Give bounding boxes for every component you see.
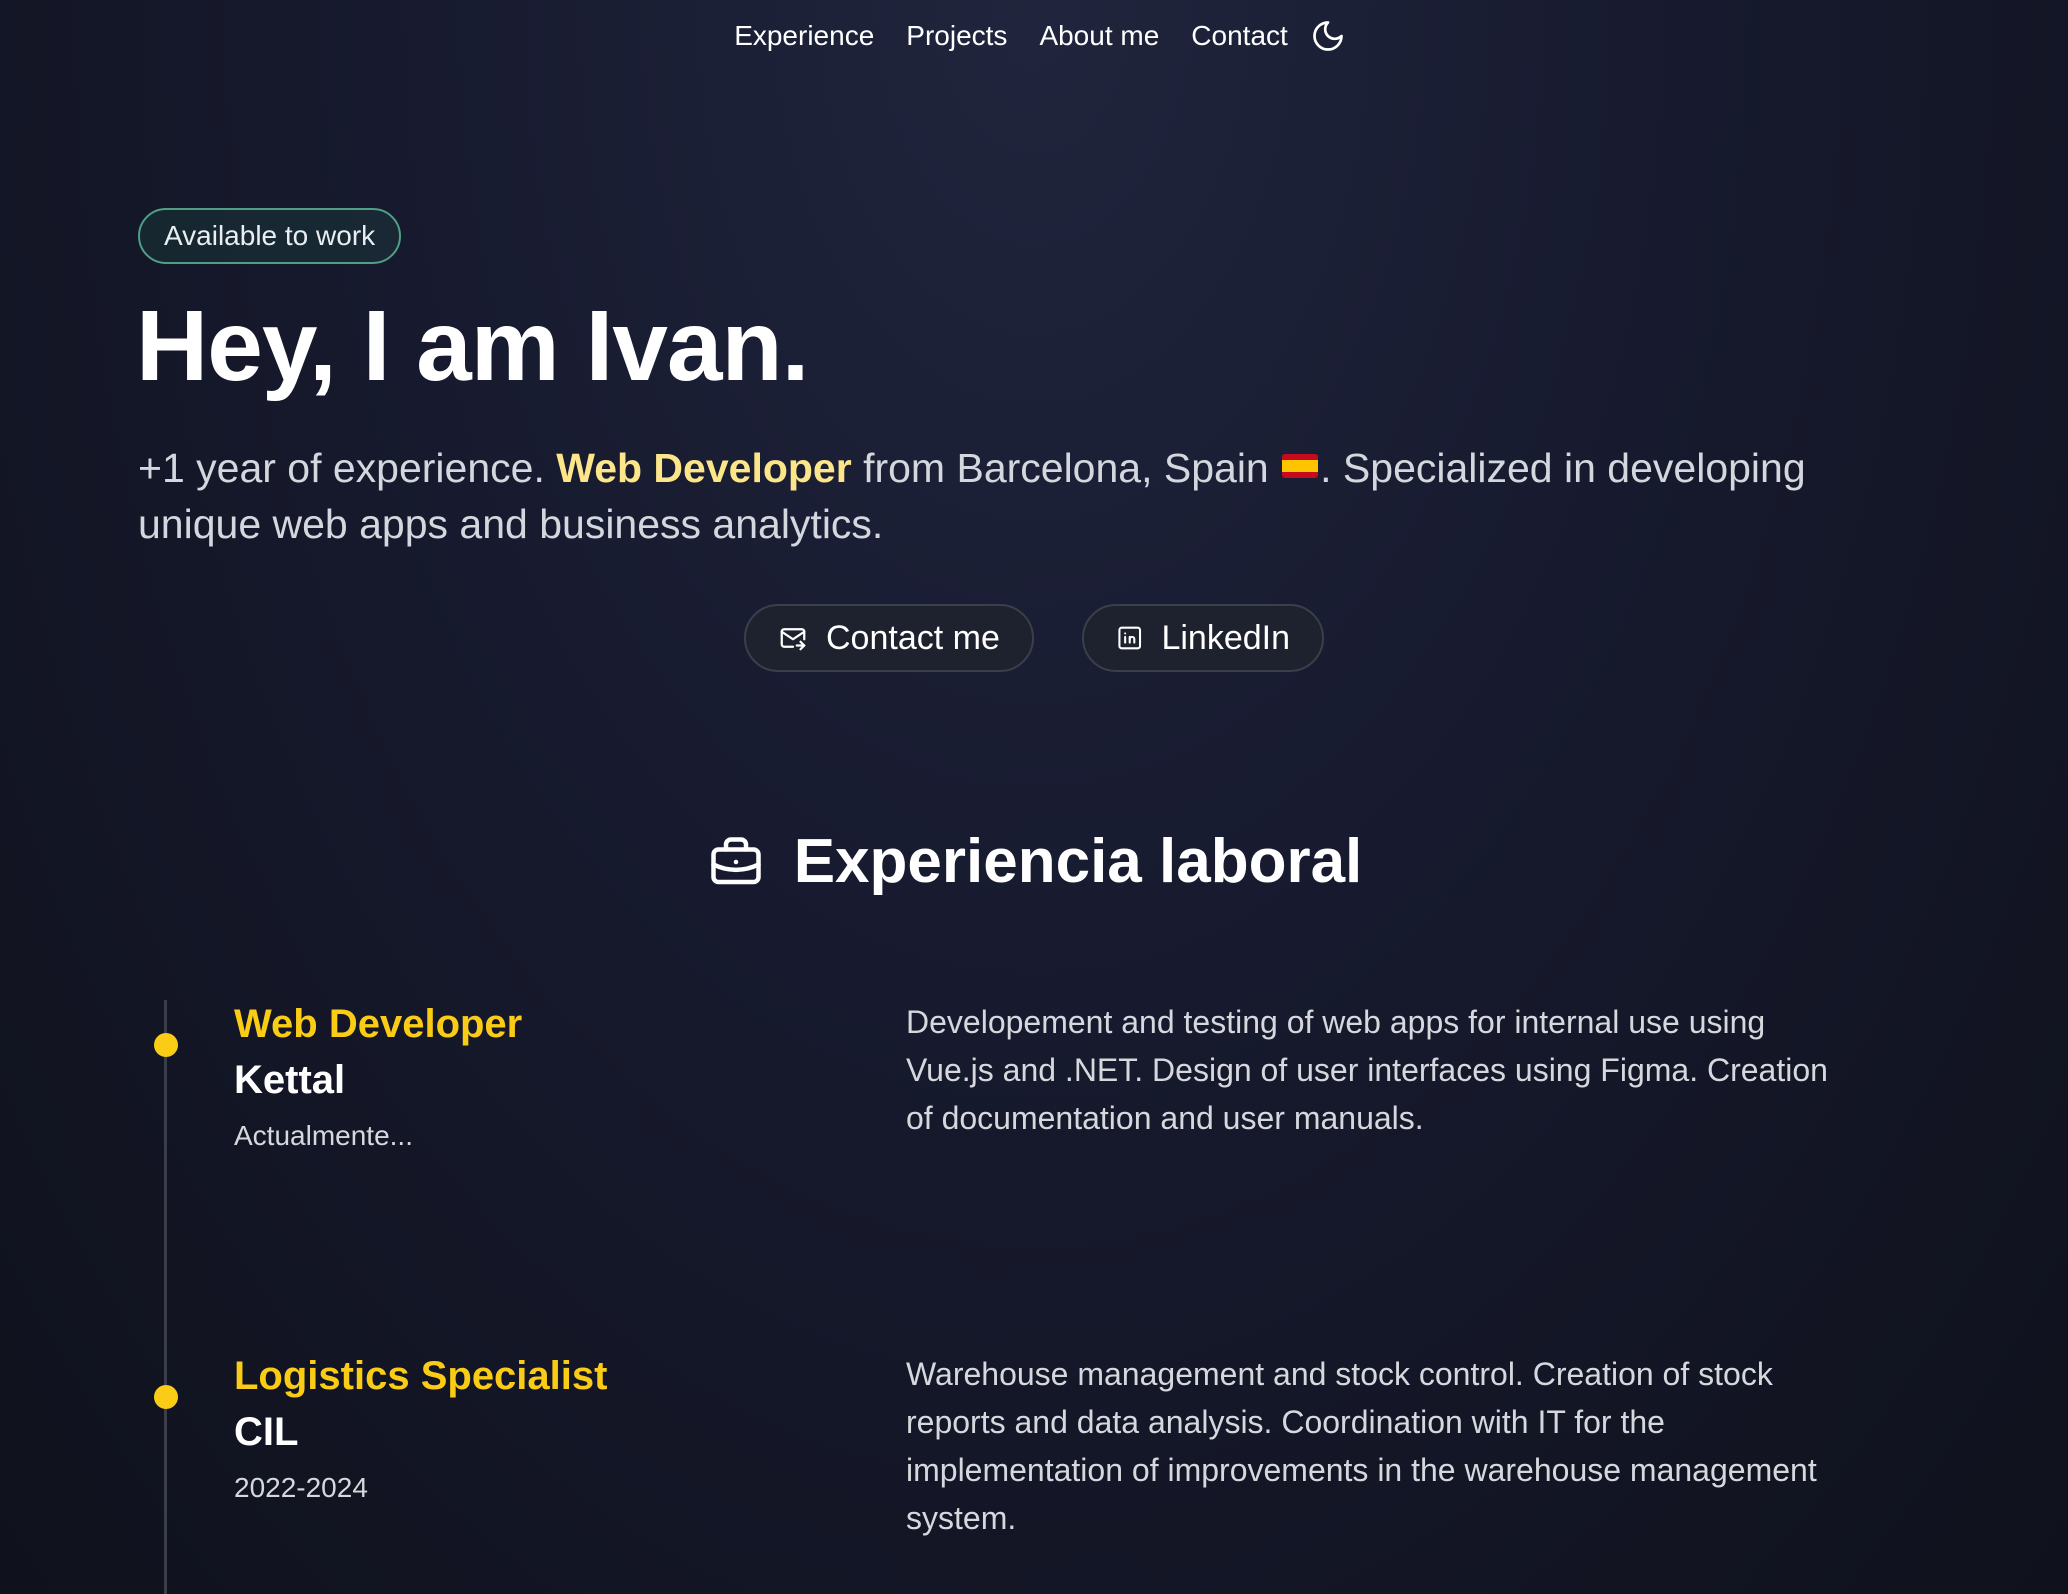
experience-section-title: Experiencia laboral — [0, 826, 2068, 897]
job-role: Logistics Specialist — [234, 1354, 608, 1398]
spain-flag-icon — [1282, 454, 1319, 478]
linkedin-button[interactable]: LinkedIn — [1082, 604, 1324, 672]
hero-description: +1 year of experience. Web Developer fro… — [138, 440, 1938, 552]
contact-me-label: Contact me — [826, 618, 1000, 657]
linkedin-icon — [1118, 626, 1142, 650]
job-role: Web Developer — [234, 1002, 523, 1046]
moon-icon — [1312, 21, 1343, 51]
timeline-line — [164, 1000, 167, 1594]
job-company: Kettal — [234, 1058, 346, 1102]
nav-link-contact[interactable]: Contact — [1175, 14, 1304, 58]
hero-desc-intro: +1 year of experience. — [138, 445, 557, 491]
theme-toggle-button[interactable] — [1306, 14, 1350, 58]
nav-link-experience[interactable]: Experience — [718, 14, 890, 58]
job-company: CIL — [234, 1410, 299, 1454]
nav-link-projects[interactable]: Projects — [890, 14, 1023, 58]
job-date: 2022-2024 — [234, 1472, 368, 1503]
nav-link-about-me[interactable]: About me — [1023, 14, 1175, 58]
timeline-dot — [154, 1033, 178, 1057]
hero-desc-accent: Web Developer — [556, 445, 852, 491]
job-description: Developement and testing of web apps for… — [906, 1004, 1828, 1136]
timeline-dot — [154, 1385, 178, 1409]
hero-desc-location: from Barcelona, Spain — [851, 445, 1281, 491]
briefcase-icon — [710, 836, 761, 884]
hero-title: Hey, I am Ivan. — [136, 290, 809, 402]
linkedin-label: LinkedIn — [1161, 618, 1290, 657]
contact-me-button[interactable]: Contact me — [744, 604, 1034, 672]
job-date: Actualmente... — [234, 1120, 413, 1151]
availability-badge: Available to work — [138, 208, 402, 264]
experience-heading: Experiencia laboral — [793, 827, 1363, 896]
top-nav: Experience Projects About me Contact — [0, 14, 2068, 58]
job-description: Warehouse management and stock control. … — [906, 1356, 1817, 1536]
mail-icon — [780, 628, 806, 651]
